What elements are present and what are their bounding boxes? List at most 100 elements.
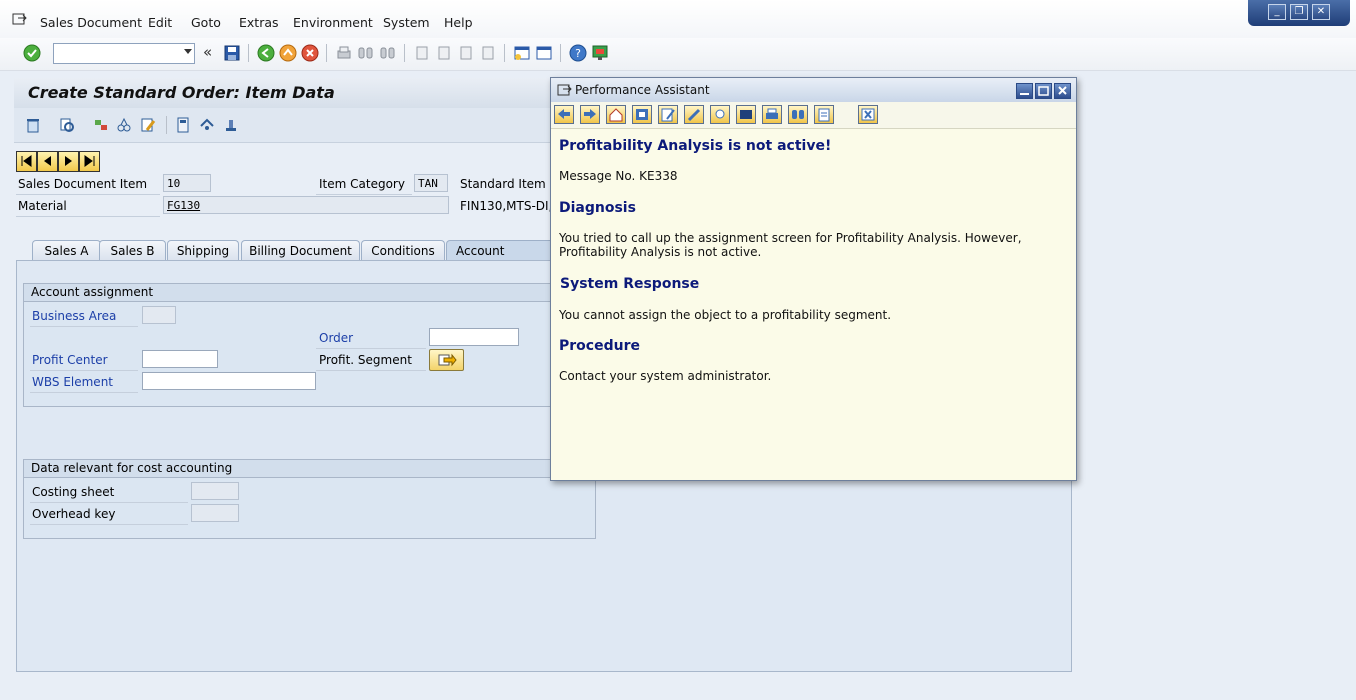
chevron-down-icon[interactable] [184,49,192,54]
tab-shipping[interactable]: Shipping [167,240,239,260]
wbs-element-field[interactable] [142,372,316,390]
home-icon[interactable] [606,105,626,124]
order-label[interactable]: Order [319,331,353,345]
pricing-icon[interactable] [198,116,216,134]
shortcut-icon[interactable] [535,44,553,62]
previous-item-button[interactable] [37,151,58,172]
close-icon[interactable] [1054,83,1071,99]
toolbar-separator [248,44,249,62]
diagnosis-text: You tried to call up the assignment scre… [559,231,1022,259]
order-field[interactable] [429,328,519,346]
close-window-icon[interactable] [858,105,878,124]
back-double-chevron-icon[interactable]: « [203,43,212,61]
last-page-icon[interactable] [479,44,497,62]
procedure-heading: Procedure [559,338,640,354]
costing-sheet-field[interactable] [191,482,239,500]
previous-page-icon[interactable] [435,44,453,62]
first-page-icon[interactable] [413,44,431,62]
profit-center-label[interactable]: Profit Center [32,353,108,367]
tab-conditions[interactable]: Conditions [361,240,445,260]
stamp-icon[interactable] [222,116,240,134]
menu-system-icon[interactable] [12,12,28,26]
system-response-text: You cannot assign the object to a profit… [559,308,892,322]
item-overview-icon[interactable] [115,116,133,134]
last-item-button[interactable] [79,151,100,172]
edit-item-icon[interactable] [139,116,157,134]
toolbar-separator [504,44,505,62]
cost-accounting-title: Data relevant for cost accounting [24,460,595,478]
new-session-icon[interactable] [513,44,531,62]
customize-layout-icon[interactable] [591,44,609,62]
display-document-flow-icon[interactable] [58,116,76,134]
divider [316,348,426,349]
find-next-icon[interactable] [379,44,397,62]
settings-icon[interactable] [684,105,704,124]
performance-assistant-titlebar[interactable]: Performance Assistant [551,78,1076,103]
overhead-key-field[interactable] [191,504,239,522]
item-category-label: Item Category [319,177,405,191]
profit-center-field[interactable] [142,350,218,368]
system-response-heading: System Response [560,276,700,292]
search-icon[interactable] [788,105,808,124]
sales-doc-item-field[interactable]: 10 [163,174,211,192]
bookmark-icon[interactable] [736,105,756,124]
back-icon[interactable] [257,44,275,62]
performance-assistant-title: Performance Assistant [575,83,710,97]
calculator-icon[interactable] [174,116,192,134]
menu-sales-document[interactable]: Sales Document [40,15,142,30]
sales-doc-item-label: Sales Document Item [18,177,148,191]
maximize-icon[interactable] [1035,83,1052,99]
tab-sales-a[interactable]: Sales A [32,240,101,260]
enter-icon[interactable] [23,44,41,62]
command-field[interactable] [53,43,195,64]
delete-icon[interactable] [24,116,42,134]
item-category-field[interactable]: TAN [414,174,448,192]
menu-environment[interactable]: Environment [293,15,373,30]
tab-sales-b[interactable]: Sales B [99,240,166,260]
exit-icon[interactable] [279,44,297,62]
next-page-icon[interactable] [457,44,475,62]
print-icon[interactable] [335,44,353,62]
first-item-icon [21,155,32,167]
divider [30,392,138,393]
forward-arrow-icon[interactable] [580,105,600,124]
back-arrow-icon[interactable] [554,105,574,124]
procedure-text: Contact your system administrator. [559,369,772,383]
tab-billing-document[interactable]: Billing Document [241,240,360,260]
item-category-text: Standard Item [460,177,546,191]
diagnosis-heading: Diagnosis [559,200,636,216]
help-icon[interactable]: ? [569,44,587,62]
menu-extras[interactable]: Extras [239,15,279,30]
technical-info-icon[interactable] [632,105,652,124]
minimize-icon[interactable] [1016,83,1033,99]
minimize-icon[interactable]: _ [1268,4,1286,20]
material-field[interactable]: FG130 [163,196,449,214]
header-icon[interactable] [92,116,110,134]
window-system-icon[interactable] [557,83,573,97]
first-item-button[interactable] [16,151,37,172]
related-objects-icon[interactable] [710,105,730,124]
close-icon[interactable]: ✕ [1312,4,1330,20]
tab-account-assignment[interactable]: Account Assignm [446,240,556,278]
next-item-button[interactable] [58,151,79,172]
svg-text:?: ? [575,47,581,60]
menu-help[interactable]: Help [444,15,473,30]
profit-segment-button[interactable] [429,349,464,371]
restore-icon[interactable]: ❐ [1290,4,1308,20]
menu-goto[interactable]: Goto [191,15,221,30]
save-icon[interactable] [223,44,241,62]
menu-edit[interactable]: Edit [148,15,172,30]
business-area-label[interactable]: Business Area [32,309,116,323]
cancel-icon[interactable] [301,44,319,62]
wbs-element-label[interactable]: WBS Element [32,375,113,389]
menu-system[interactable]: System [383,15,430,30]
find-icon[interactable] [357,44,375,62]
print-icon[interactable] [762,105,782,124]
business-area-field[interactable] [142,306,176,324]
profit-segment-label: Profit. Segment [319,353,412,367]
performance-assistant-toolbar [551,102,1076,129]
document-icon[interactable] [814,105,834,124]
previous-item-icon [44,156,51,166]
edit-icon[interactable] [658,105,678,124]
divider [30,502,188,503]
